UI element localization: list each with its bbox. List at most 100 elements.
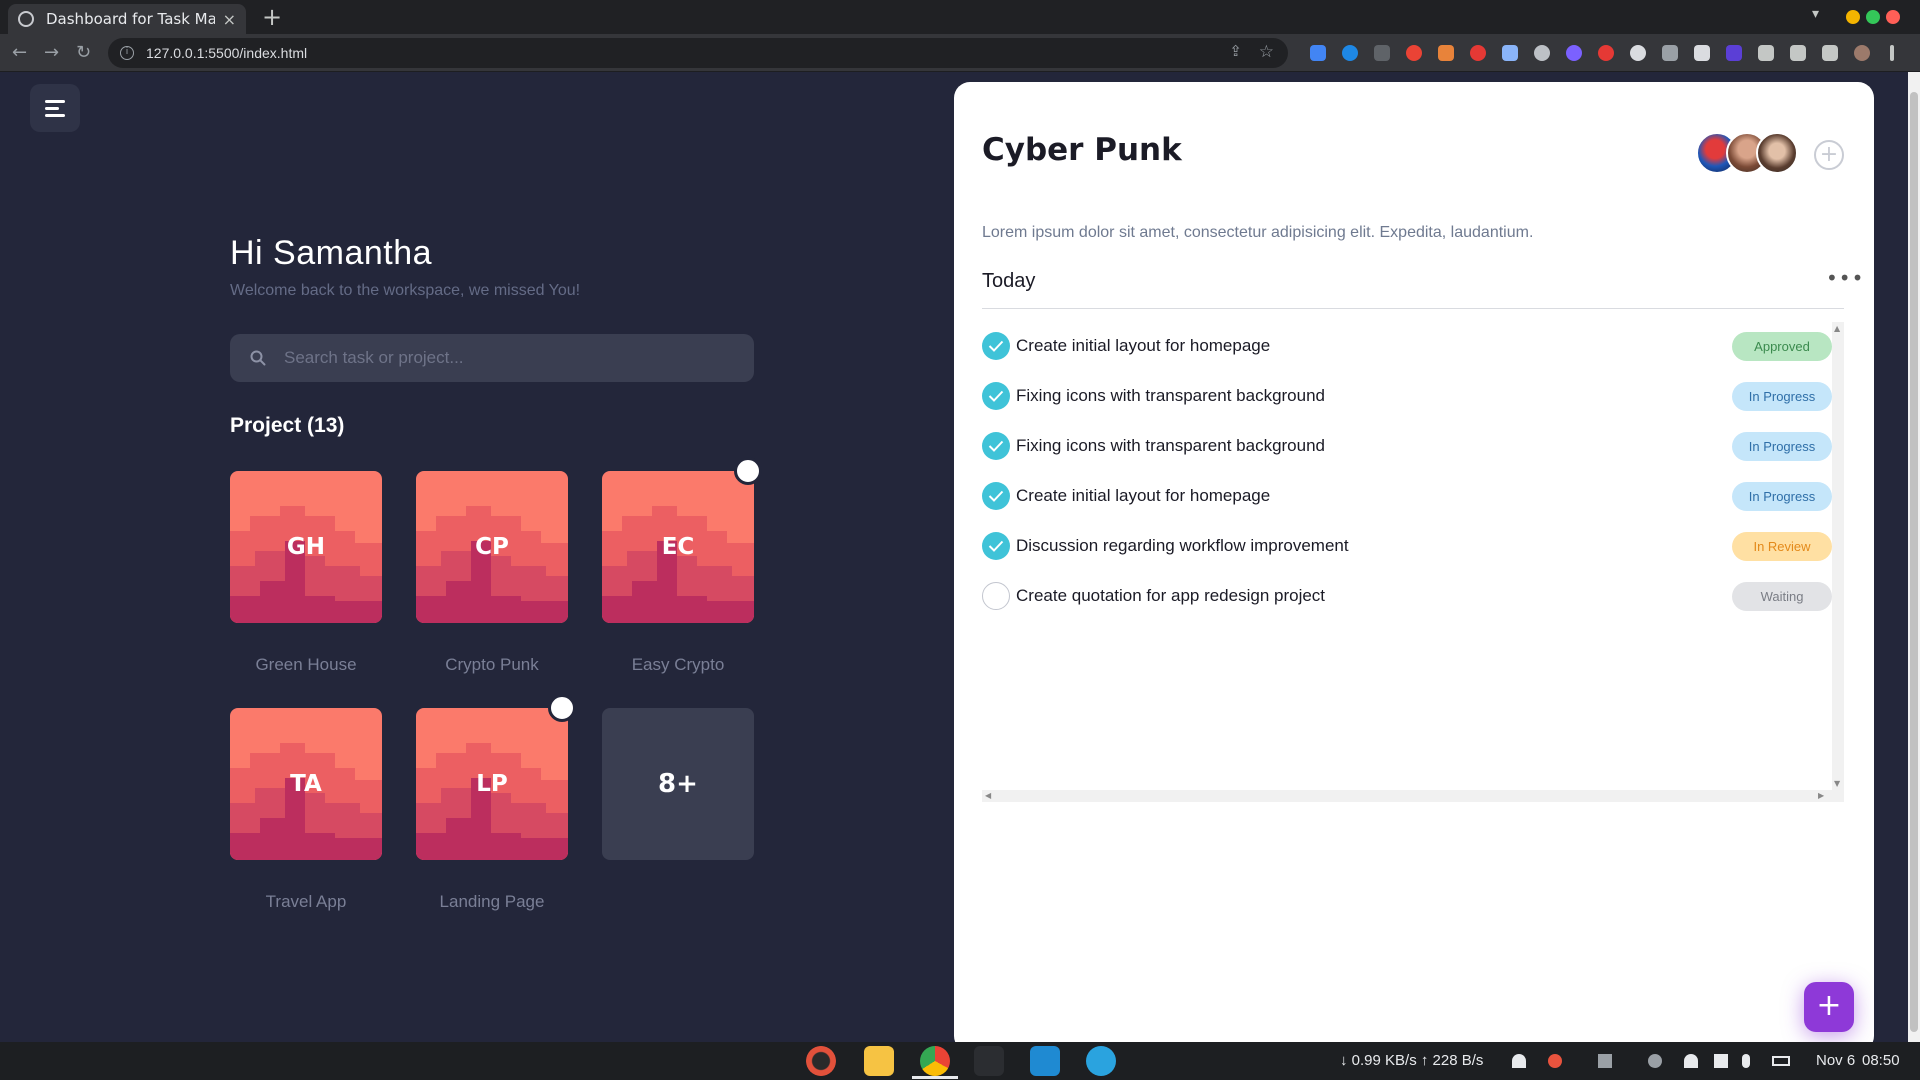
task-row[interactable]: Fixing icons with transparent background… [982, 426, 1832, 466]
projects-heading: Project (13) [230, 414, 345, 437]
task-text: Create initial layout for homepage [1016, 336, 1271, 355]
network-speed: ↓ 0.99 KB/s ↑ 228 B/s [1340, 1052, 1484, 1069]
extension-icon[interactable] [1662, 45, 1678, 61]
search-input[interactable] [284, 348, 744, 368]
task-text: Create quotation for app redesign projec… [1016, 586, 1326, 605]
browser-tab-strip: Dashboard for Task Mana × + ▾ [0, 0, 1920, 34]
screen-recorder-icon[interactable] [806, 1046, 836, 1076]
project-name: Landing Page [439, 892, 545, 911]
download-icon[interactable] [1790, 45, 1806, 61]
more-projects-count: 8+ [658, 769, 698, 799]
forward-icon[interactable]: → [44, 42, 59, 63]
unchecked-circle-icon[interactable] [982, 582, 1010, 610]
kebab-menu-icon[interactable] [1890, 45, 1894, 61]
project-card[interactable]: CP [416, 471, 568, 623]
extension-icon[interactable] [1310, 45, 1326, 61]
check-icon[interactable] [982, 482, 1010, 510]
date[interactable]: Nov 6 [1816, 1052, 1855, 1069]
task-row[interactable]: Fixing icons with transparent background… [982, 376, 1832, 416]
add-member-button[interactable]: + [1814, 140, 1844, 170]
status-badge: In Review [1732, 531, 1832, 561]
minimize-button[interactable] [1846, 10, 1860, 24]
add-task-button[interactable]: + [1804, 982, 1854, 1032]
app-viewport: Hi Samantha Welcome back to the workspac… [0, 72, 1920, 1052]
extension-icon[interactable] [1694, 45, 1710, 61]
telegram-icon[interactable] [1086, 1046, 1116, 1076]
share-icon[interactable]: ⇪ [1229, 42, 1242, 60]
browser-tab[interactable]: Dashboard for Task Mana × [8, 4, 246, 34]
task-row[interactable]: Discussion regarding workflow improvemen… [982, 526, 1832, 566]
scroll-up-icon[interactable]: ▲ [1834, 324, 1840, 333]
reload-icon[interactable]: ↻ [76, 42, 91, 63]
extension-icon[interactable] [1342, 45, 1358, 61]
clock[interactable]: 08:50 [1862, 1052, 1900, 1069]
check-icon[interactable] [982, 532, 1010, 560]
check-icon[interactable] [982, 432, 1010, 460]
scroll-right-icon[interactable]: ▶ [1818, 791, 1824, 800]
wifi-icon[interactable] [1512, 1054, 1526, 1068]
more-options-icon[interactable]: ••• [1826, 266, 1864, 290]
cloud-icon[interactable] [1648, 1054, 1662, 1068]
check-icon[interactable] [982, 332, 1010, 360]
close-tab-icon[interactable]: × [223, 10, 236, 29]
scrollbar-thumb[interactable] [1910, 92, 1918, 1032]
scroll-down-icon[interactable]: ▼ [1834, 779, 1840, 788]
menu-line [45, 99, 65, 103]
task-text: Create initial layout for homepage [1016, 486, 1271, 505]
task-row[interactable]: Create quotation for app redesign projec… [982, 576, 1832, 616]
notification-dot [548, 694, 576, 722]
extension-icon[interactable] [1726, 45, 1742, 61]
site-info-icon[interactable]: i [120, 46, 134, 60]
task-text: Fixing icons with transparent background [1016, 436, 1325, 455]
project-name: Crypto Punk [445, 655, 539, 674]
puzzle-icon[interactable] [1758, 45, 1774, 61]
back-icon[interactable]: ← [12, 42, 27, 63]
chrome-icon[interactable] [920, 1046, 950, 1076]
tab-search-icon[interactable]: ▾ [1812, 6, 1819, 22]
extension-icon[interactable] [1598, 45, 1614, 61]
side-panel-icon[interactable] [1822, 45, 1838, 61]
battery-icon[interactable] [1772, 1056, 1790, 1066]
task-row[interactable]: Create initial layout for homepage Appro… [982, 326, 1832, 366]
wifi-icon[interactable] [1684, 1054, 1698, 1068]
volume-icon[interactable] [1714, 1054, 1728, 1068]
extension-icon[interactable] [1534, 45, 1550, 61]
task-row[interactable]: Create initial layout for homepage In Pr… [982, 476, 1832, 516]
address-bar[interactable]: i 127.0.0.1:5500/index.html ⇪ ☆ [108, 38, 1288, 68]
extension-icon[interactable] [1438, 45, 1454, 61]
bookmark-star-icon[interactable]: ☆ [1259, 42, 1274, 62]
member-avatar[interactable] [1756, 132, 1798, 174]
tray-app-icon[interactable] [1548, 1054, 1562, 1068]
vertical-scrollbar[interactable]: ▲ ▼ [1832, 322, 1844, 790]
files-icon[interactable] [864, 1046, 894, 1076]
extension-icon[interactable] [1630, 45, 1646, 61]
horizontal-scrollbar[interactable]: ◀ ▶ [982, 790, 1844, 802]
extension-icon[interactable] [1566, 45, 1582, 61]
project-card[interactable]: TA [230, 708, 382, 860]
greeting-title: Hi Samantha [230, 234, 433, 272]
new-tab-button[interactable]: + [262, 4, 282, 30]
vscode-icon[interactable] [1030, 1046, 1060, 1076]
project-card[interactable]: EC [602, 471, 754, 623]
scroll-left-icon[interactable]: ◀ [985, 791, 991, 800]
project-name: Green House [255, 655, 357, 674]
project-card[interactable]: GH [230, 471, 382, 623]
hamburger-menu-icon[interactable] [30, 84, 80, 132]
more-projects-card[interactable]: 8+ [602, 708, 754, 860]
close-window-button[interactable] [1886, 10, 1900, 24]
maximize-button[interactable] [1866, 10, 1880, 24]
project-card[interactable]: LP [416, 708, 568, 860]
project-title: Cyber Punk [982, 132, 1182, 168]
profile-avatar[interactable] [1854, 45, 1870, 61]
check-icon[interactable] [982, 382, 1010, 410]
extension-icon[interactable] [1374, 45, 1390, 61]
terminal-icon[interactable] [974, 1046, 1004, 1076]
section-heading: Today [982, 270, 1036, 292]
page-scrollbar[interactable] [1908, 72, 1920, 1042]
tray-app-icon[interactable] [1598, 1054, 1612, 1068]
extension-icon[interactable] [1406, 45, 1422, 61]
adblock-icon[interactable] [1470, 45, 1486, 61]
search-bar[interactable] [230, 334, 754, 382]
microphone-icon[interactable] [1742, 1054, 1750, 1068]
extension-icon[interactable] [1502, 45, 1518, 61]
